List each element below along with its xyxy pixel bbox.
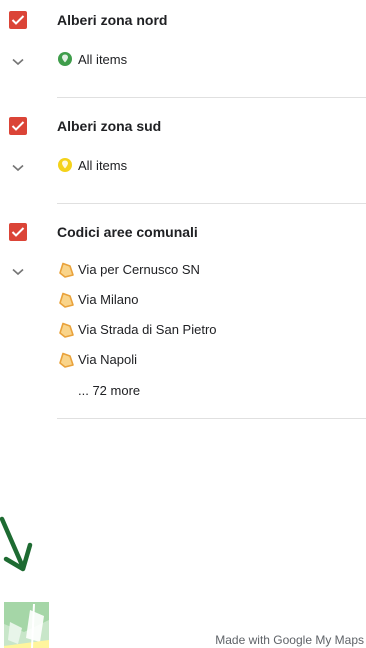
item-label: Via per Cernusco SN xyxy=(78,262,200,277)
divider xyxy=(57,203,366,204)
layer-checkbox[interactable] xyxy=(9,223,27,241)
divider xyxy=(57,418,366,419)
layer-checkbox[interactable] xyxy=(9,117,27,135)
checkmark-icon xyxy=(11,121,25,131)
arrow-icon xyxy=(0,516,33,572)
chevron-down-icon[interactable] xyxy=(12,58,24,66)
checkmark-icon xyxy=(11,227,25,237)
item-label: Via Strada di San Pietro xyxy=(78,322,217,337)
map-thumbnail[interactable] xyxy=(4,602,49,648)
polygon-icon xyxy=(59,262,74,278)
footer-made-with: Made with Google My Maps xyxy=(215,633,364,647)
item-label: All items xyxy=(78,52,128,67)
yellow-pin-icon xyxy=(58,158,72,172)
layer-title[interactable]: Codici aree comunali xyxy=(57,224,198,240)
polygon-icon xyxy=(59,292,74,308)
item-label: Via Napoli xyxy=(78,352,138,367)
chevron-down-icon[interactable] xyxy=(12,268,24,276)
divider xyxy=(57,97,366,98)
item-label: Via Milano xyxy=(78,292,139,307)
layer-title[interactable]: Alberi zona nord xyxy=(57,12,167,28)
layer-checkbox[interactable] xyxy=(9,11,27,29)
green-pin-icon xyxy=(58,52,72,66)
checkmark-icon xyxy=(11,15,25,25)
layer-title[interactable]: Alberi zona sud xyxy=(57,118,161,134)
item-label: All items xyxy=(78,158,128,173)
polygon-icon xyxy=(59,322,74,338)
more-items-link[interactable]: ... 72 more xyxy=(78,383,140,398)
polygon-icon xyxy=(59,352,74,368)
chevron-down-icon[interactable] xyxy=(12,164,24,172)
